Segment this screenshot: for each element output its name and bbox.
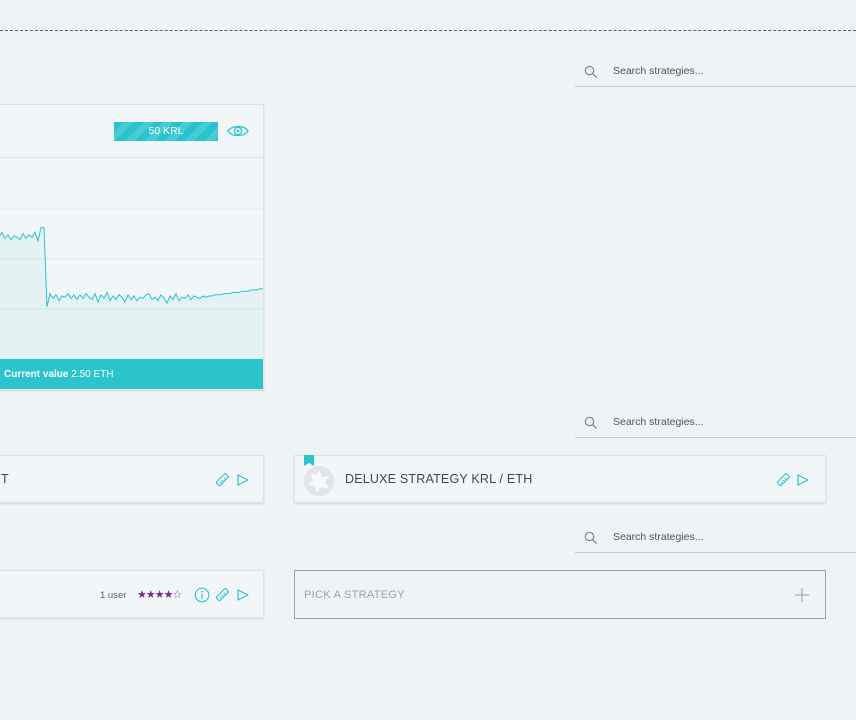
ruler-icon[interactable] [214,472,230,488]
current-value-label: Current value [4,369,69,380]
play-icon[interactable] [795,472,811,488]
strategy-row-card-3[interactable]: 1 user ★★★★☆ [0,570,264,618]
header-divider [0,30,856,31]
current-value-amount: 2.50 ETH [71,369,114,380]
search-input-1[interactable] [613,62,843,80]
filled-stars: ★★★★ [137,589,173,601]
strategy-chart-card: 50 KRL Current value 2.50 ETH [0,104,264,390]
search-bar-2 [575,405,856,438]
play-icon[interactable] [235,472,251,488]
search-input-2[interactable] [613,413,843,431]
search-icon [584,416,597,429]
strategy-logo-icon [304,466,334,496]
info-icon[interactable] [194,587,210,603]
rating-stars: ★★★★☆ [137,588,182,601]
strategy-row-card-2[interactable]: DELUXE STRATEGY KRL / ETH [294,455,826,503]
eye-icon[interactable] [227,123,249,139]
price-chart [0,208,263,359]
chart-card-header: 50 KRL [0,105,263,158]
users-count: 1 user [100,590,127,601]
search-input-3[interactable] [613,528,843,546]
search-icon [584,65,597,78]
pick-strategy-label: PICK A STRATEGY [304,589,405,601]
ruler-icon[interactable] [214,587,230,603]
empty-star: ☆ [172,589,182,601]
pick-strategy-slot[interactable]: PICK A STRATEGY [294,570,826,619]
ruler-icon[interactable] [775,472,791,488]
chart-footer: Current value 2.50 ETH [0,359,263,389]
search-bar-3 [575,520,856,553]
price-badge[interactable]: 50 KRL [114,122,218,141]
play-icon[interactable] [235,587,251,603]
strategy-row-card-1[interactable]: T [0,455,264,503]
search-icon [584,531,597,544]
strategy-title: T [1,472,9,486]
search-bar-1 [575,54,856,87]
plus-icon[interactable] [794,587,810,603]
strategy-title: DELUXE STRATEGY KRL / ETH [345,472,533,486]
